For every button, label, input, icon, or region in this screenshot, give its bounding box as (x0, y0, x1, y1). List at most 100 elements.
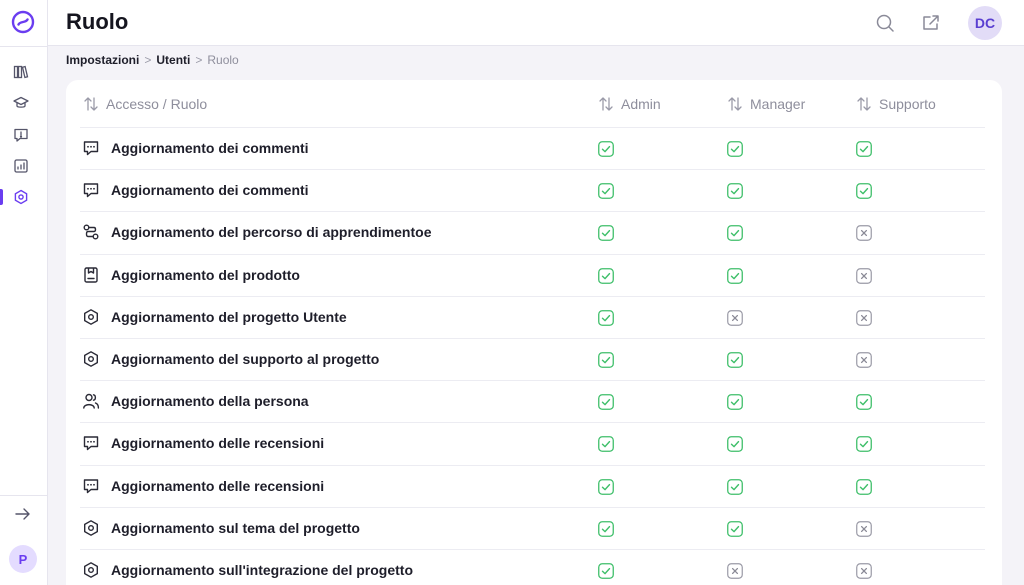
external-link-icon[interactable] (921, 13, 941, 33)
sidebar-active-indicator (0, 189, 3, 205)
column-header-access[interactable]: Accesso / Ruolo (83, 96, 207, 112)
permission-label: Aggiornamento della persona (111, 393, 309, 410)
manager-allowed-check-icon[interactable] (727, 520, 743, 537)
route-icon (83, 224, 99, 240)
permission-label: Aggiornamento del percorso di apprendime… (111, 224, 432, 241)
permission-label: Aggiornamento dei commenti (111, 182, 309, 199)
manager-allowed-check-icon[interactable] (727, 183, 743, 200)
manager-denied-cross-icon[interactable] (727, 309, 743, 326)
admin-allowed-check-icon[interactable] (598, 436, 614, 453)
supporto-denied-cross-icon[interactable] (856, 352, 872, 368)
admin-allowed-check-icon[interactable] (598, 225, 614, 242)
admin-allowed-check-icon[interactable] (598, 478, 614, 495)
product-icon (84, 266, 98, 283)
manager-denied-cross-icon[interactable] (727, 563, 743, 579)
supporto-denied-cross-icon[interactable] (856, 309, 872, 326)
workspace-avatar[interactable]: P (9, 545, 37, 573)
manager-allowed-check-icon[interactable] (727, 478, 743, 495)
sidebar-item-settings[interactable] (13, 189, 29, 205)
breadcrumb-current: Ruolo (207, 53, 239, 67)
supporto-allowed-check-icon[interactable] (856, 436, 872, 453)
column-header-label: Admin (621, 96, 661, 112)
table-row: Aggiornamento dei commenti (80, 127, 985, 169)
column-header-supporto[interactable]: Supporto (856, 96, 936, 112)
table-row: Aggiornamento delle recensioni (80, 422, 985, 464)
table-row: Aggiornamento del percorso di apprendime… (80, 211, 985, 253)
page-title: Ruolo (66, 9, 129, 34)
supporto-denied-cross-icon[interactable] (856, 520, 872, 537)
table-row: Aggiornamento del progetto Utente (80, 295, 985, 338)
graduation-cap-icon (13, 96, 29, 108)
header: Ruolo DC (48, 0, 1024, 46)
supporto-denied-cross-icon[interactable] (856, 267, 872, 284)
supporto-allowed-check-icon[interactable] (856, 183, 872, 200)
chat-icon (83, 141, 99, 156)
message-alert-icon (14, 128, 28, 142)
admin-allowed-check-icon[interactable] (598, 267, 614, 284)
sidebar-item-learning[interactable] (13, 95, 29, 111)
sidebar-divider (0, 495, 48, 496)
supporto-allowed-check-icon[interactable] (856, 141, 872, 157)
admin-allowed-check-icon[interactable] (598, 563, 614, 579)
users-icon (83, 393, 100, 409)
chat-icon (83, 436, 99, 451)
hexagon-settings-icon (84, 519, 98, 536)
admin-allowed-check-icon[interactable] (598, 520, 614, 537)
supporto-allowed-check-icon[interactable] (856, 394, 872, 411)
manager-allowed-check-icon[interactable] (727, 141, 743, 157)
manager-allowed-check-icon[interactable] (727, 352, 743, 368)
column-header-admin[interactable]: Admin (598, 96, 661, 112)
sidebar-item-analytics[interactable] (13, 158, 29, 174)
sort-icon (84, 97, 98, 111)
manager-allowed-check-icon[interactable] (727, 225, 743, 242)
table-row: Aggiornamento del prodotto (80, 253, 985, 296)
table-row: Aggiornamento del supporto al progetto (80, 338, 985, 380)
supporto-allowed-check-icon[interactable] (856, 478, 872, 495)
admin-allowed-check-icon[interactable] (598, 394, 614, 411)
breadcrumb-item-utenti[interactable]: Utenti (156, 53, 190, 67)
chat-icon (83, 183, 99, 198)
manager-allowed-check-icon[interactable] (727, 267, 743, 284)
manager-allowed-check-icon[interactable] (727, 394, 743, 411)
admin-allowed-check-icon[interactable] (598, 141, 614, 157)
hexagon-settings-icon (84, 308, 98, 325)
chat-icon (83, 478, 99, 493)
sort-icon (728, 97, 742, 111)
breadcrumb-separator: > (144, 53, 152, 67)
column-header-label: Supporto (879, 96, 936, 112)
sidebar: P (0, 0, 48, 585)
expand-sidebar-icon[interactable] (14, 506, 32, 522)
sidebar-item-library[interactable] (13, 64, 29, 80)
permissions-table: Accesso / Ruolo Admin Manager Supporto A… (66, 80, 1002, 585)
admin-allowed-check-icon[interactable] (598, 352, 614, 368)
sort-icon (599, 97, 613, 111)
manager-allowed-check-icon[interactable] (727, 436, 743, 453)
sidebar-item-feedback[interactable] (13, 127, 29, 143)
permission-label: Aggiornamento delle recensioni (111, 477, 325, 494)
permission-label: Aggiornamento del progetto Utente (111, 308, 347, 325)
table-row: Aggiornamento della persona (80, 380, 985, 422)
admin-allowed-check-icon[interactable] (598, 309, 614, 326)
column-header-label: Manager (750, 96, 806, 112)
table-header: Accesso / Ruolo Admin Manager Supporto (66, 80, 1002, 128)
user-avatar[interactable]: DC (968, 6, 1002, 40)
table-row: Aggiornamento delle recensioni (80, 464, 985, 507)
breadcrumb-item-impostazioni[interactable]: Impostazioni (66, 53, 139, 67)
permission-label: Aggiornamento sul tema del progetto (111, 519, 360, 536)
permission-label: Aggiornamento sull'integrazione del prog… (111, 562, 414, 578)
sort-icon (857, 97, 871, 111)
app-logo[interactable] (11, 10, 35, 34)
chart-icon (14, 159, 28, 173)
column-header-label: Accesso / Ruolo (106, 96, 208, 112)
hexagon-settings-icon (84, 562, 98, 578)
admin-allowed-check-icon[interactable] (598, 183, 614, 200)
permission-label: Aggiornamento dei commenti (111, 140, 309, 156)
supporto-denied-cross-icon[interactable] (856, 225, 872, 242)
search-icon[interactable] (875, 13, 895, 33)
hexagon-settings-icon (84, 351, 98, 367)
permission-label: Aggiornamento del prodotto (111, 266, 300, 283)
column-header-manager[interactable]: Manager (727, 96, 805, 112)
permission-label: Aggiornamento delle recensioni (111, 435, 325, 452)
supporto-denied-cross-icon[interactable] (856, 563, 872, 579)
breadcrumb: Impostazioni > Utenti > Ruolo (66, 53, 239, 67)
